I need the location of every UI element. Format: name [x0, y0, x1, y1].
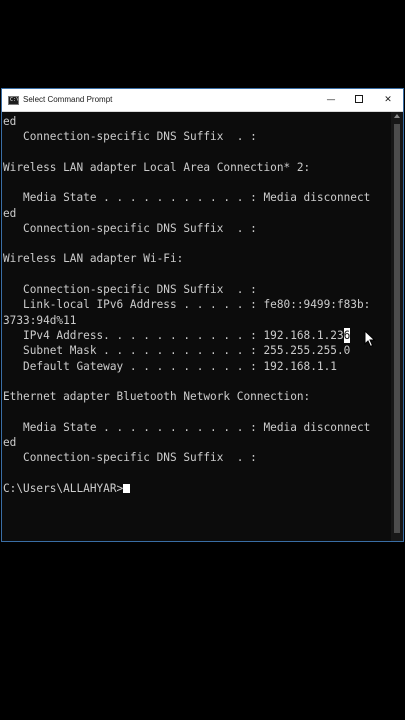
prompt-text: C:\Users\ALLAHYAR> [3, 482, 124, 495]
console-line: Default Gateway . . . . . . . . . : 192.… [3, 360, 337, 373]
vertical-scrollbar[interactable] [391, 112, 403, 541]
mouse-pointer-icon [364, 330, 376, 348]
command-prompt-window: C:\ Select Command Prompt — ✕ ed Connect… [2, 89, 403, 541]
console-line: ed [3, 207, 17, 220]
maximize-icon [355, 94, 363, 103]
console-line: Link-local IPv6 Address . . . . . : fe80… [3, 298, 371, 311]
console-line: ed [3, 436, 17, 449]
console-line: Connection-specific DNS Suffix . : [3, 130, 257, 143]
title-bar[interactable]: C:\ Select Command Prompt — ✕ [2, 89, 403, 112]
console-line: Connection-specific DNS Suffix . : [3, 451, 257, 464]
selected-char: 6 [343, 328, 351, 343]
minimize-button[interactable]: — [316, 89, 346, 111]
cmd-icon: C:\ [8, 96, 19, 105]
text-cursor [123, 484, 131, 493]
command-prompt-line[interactable]: C:\Users\ALLAHYAR> [3, 481, 131, 496]
console-line: Ethernet adapter Bluetooth Network Conne… [3, 390, 311, 403]
console-line: Media State . . . . . . . . . . . : Medi… [3, 421, 371, 434]
console-line: Media State . . . . . . . . . . . : Medi… [3, 191, 371, 204]
console-line: Connection-specific DNS Suffix . : [3, 283, 257, 296]
console-line: ed [3, 115, 17, 128]
scroll-thumb[interactable] [394, 124, 400, 533]
window-title: Select Command Prompt [23, 95, 113, 104]
console-line: Wireless LAN adapter Wi-Fi: [3, 252, 184, 265]
console-line: Subnet Mask . . . . . . . . . . . : 255.… [3, 344, 351, 357]
console-line: Wireless LAN adapter Local Area Connecti… [3, 161, 311, 174]
close-button[interactable]: ✕ [373, 89, 403, 111]
maximize-button[interactable] [344, 89, 374, 111]
console-output[interactable]: ed Connection-specific DNS Suffix . : Wi… [2, 112, 390, 541]
ipv4-text: IPv4 Address. . . . . . . . . . . : 192.… [3, 329, 344, 342]
console-line-ipv4: IPv4 Address. . . . . . . . . . . : 192.… [3, 328, 351, 343]
minimize-icon: — [326, 95, 336, 105]
console-line: 3733:94d%11 [3, 314, 77, 327]
scroll-up-arrow-icon[interactable] [394, 114, 400, 118]
close-icon: ✕ [384, 95, 392, 105]
console-line: Connection-specific DNS Suffix . : [3, 222, 257, 235]
